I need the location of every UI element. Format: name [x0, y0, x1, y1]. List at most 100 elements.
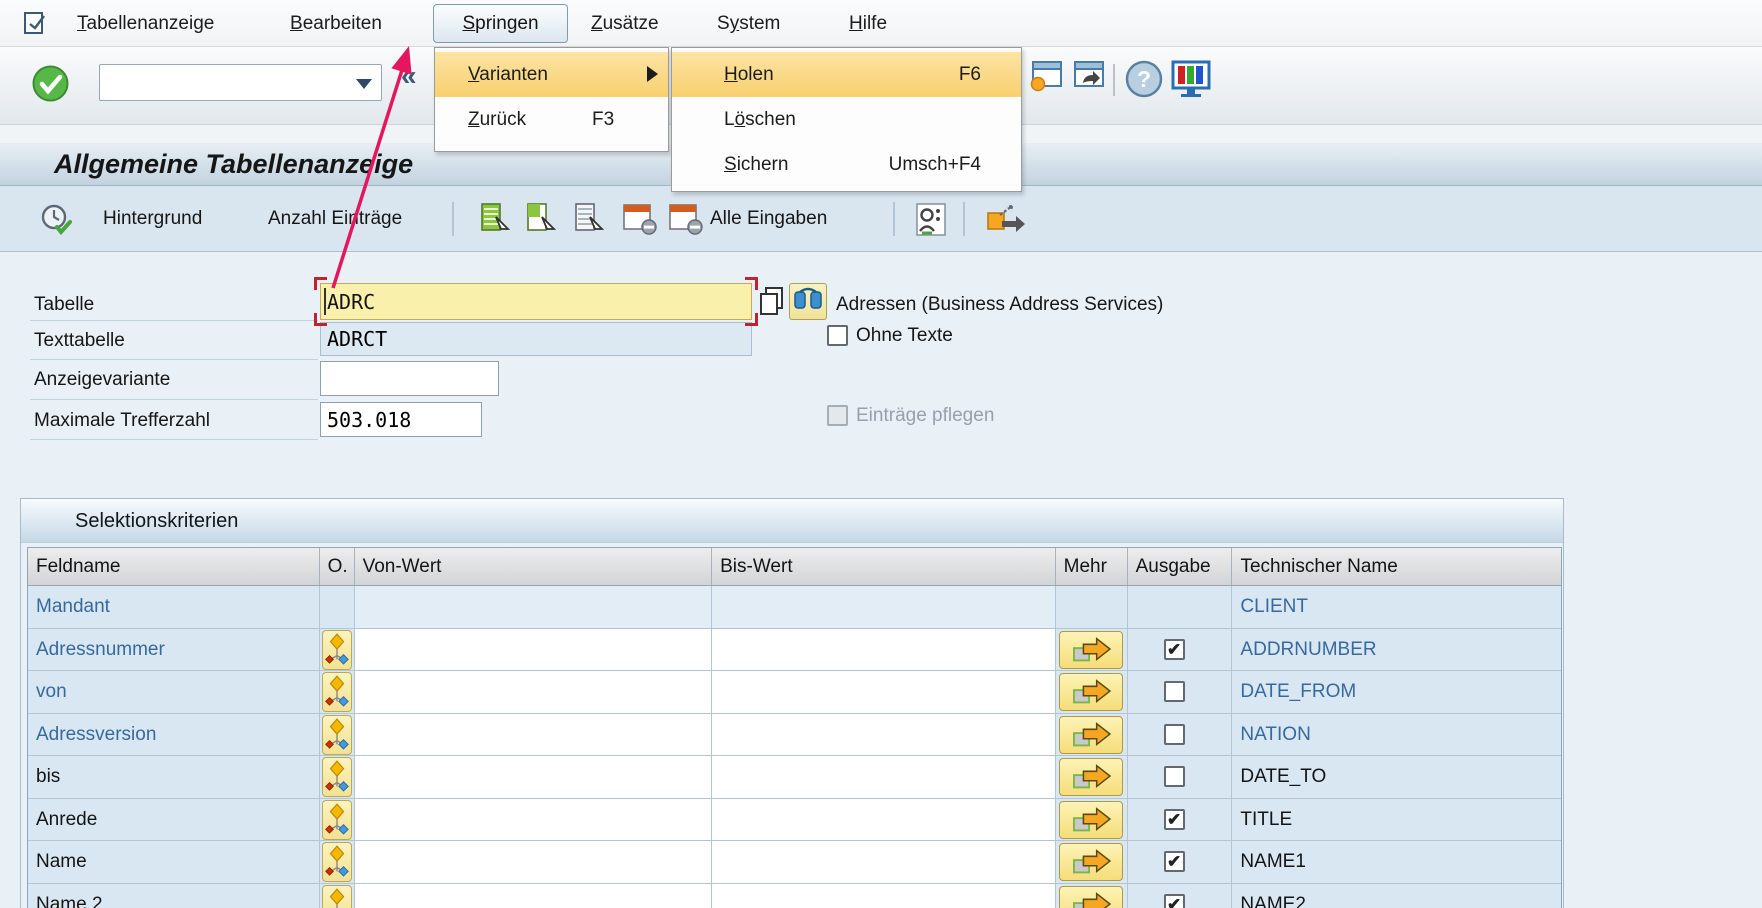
menu-item-holen[interactable]: HolenF6 — [672, 52, 1021, 97]
table-row-client: MandantCLIENT — [28, 586, 1561, 629]
field-name: Adressnummer — [28, 629, 319, 670]
document-edit-icon[interactable] — [24, 11, 50, 35]
user-parameters-icon[interactable] — [916, 203, 946, 237]
table-description: Adressen (Business Address Services) — [836, 288, 1163, 321]
delete-all-inputs-icon[interactable] — [668, 203, 704, 235]
gui-settings-icon[interactable] — [1170, 60, 1212, 98]
selection-options-icon[interactable] — [322, 800, 352, 840]
ohne-texte-label: Ohne Texte — [856, 325, 953, 347]
technical-name: ADDRNUMBER — [1232, 629, 1561, 670]
deselect-all-icon[interactable] — [574, 203, 608, 235]
more-selection-icon[interactable] — [1059, 716, 1123, 754]
table-row-date_from: vonDATE_FROM — [28, 671, 1561, 714]
von-wert-input[interactable] — [355, 630, 712, 669]
output-checkbox[interactable] — [1164, 724, 1185, 745]
more-selection-icon[interactable] — [1059, 631, 1123, 669]
anzeigevariante-label: Anzeigevariante — [34, 363, 170, 396]
new-session-icon[interactable] — [1030, 60, 1064, 92]
more-selection-icon[interactable] — [1059, 758, 1123, 796]
output-checkbox[interactable]: ✔ — [1164, 809, 1185, 830]
anzahl-eintraege-button[interactable]: Anzahl Einträge — [268, 186, 402, 252]
varianten-submenu: HolenF6LöschenSichernUmsch+F4 — [671, 47, 1022, 192]
column-header-feldname: Feldname — [28, 548, 320, 585]
von-wert-input[interactable] — [355, 715, 712, 754]
field-name: von — [28, 671, 319, 712]
bis-wert-input[interactable] — [712, 885, 1055, 908]
selection-options-icon[interactable] — [322, 885, 352, 908]
appbar-divider — [963, 202, 965, 236]
max-trefferzahl-input[interactable] — [320, 402, 482, 437]
output-checkbox[interactable]: ✔ — [1164, 639, 1185, 660]
menu-item-varianten[interactable]: Varianten — [435, 52, 668, 97]
von-wert-input[interactable] — [355, 757, 712, 796]
output-checkbox[interactable] — [1164, 681, 1185, 702]
ohne-texte-checkbox[interactable] — [827, 325, 848, 346]
selection-options-icon[interactable] — [322, 842, 352, 882]
output-checkbox[interactable]: ✔ — [1164, 894, 1185, 908]
selection-options-icon[interactable] — [322, 630, 352, 670]
menu-item-tabellenanzeige[interactable]: Tabellenanzeige — [77, 0, 214, 47]
export-icon[interactable] — [986, 203, 1026, 237]
more-selection-icon[interactable] — [1059, 801, 1123, 839]
texttabelle-input[interactable] — [320, 322, 752, 356]
bis-wert-input[interactable] — [712, 757, 1055, 796]
selection-options-icon[interactable] — [322, 757, 352, 797]
von-wert-input[interactable] — [355, 842, 712, 881]
menu-item-sichern[interactable]: SichernUmsch+F4 — [672, 142, 1021, 187]
select-all-icon[interactable] — [480, 203, 514, 235]
selection-options-icon[interactable] — [322, 672, 352, 712]
page-title: Allgemeine Tabellenanzeige — [54, 143, 413, 185]
output-checkbox[interactable] — [1164, 766, 1185, 787]
shortcut-icon[interactable] — [1072, 60, 1106, 92]
output-checkbox[interactable]: ✔ — [1164, 851, 1185, 872]
collapse-toolbar-icon[interactable]: « — [401, 60, 417, 92]
menu-item-springen[interactable]: Springen — [433, 4, 568, 43]
alle-eingaben-button[interactable]: Alle Eingaben — [710, 186, 827, 252]
enter-check-icon[interactable] — [32, 65, 69, 102]
search-help-button[interactable] — [789, 283, 827, 320]
submenu-arrow-icon — [647, 66, 658, 82]
eintraege-pflegen-checkbox[interactable] — [827, 405, 848, 426]
selection-options-icon[interactable] — [322, 715, 352, 755]
table-row-name1: Name ✔ NAME1 — [28, 841, 1561, 884]
copy-windows-icon[interactable] — [757, 285, 787, 318]
command-dropdown-icon[interactable] — [356, 79, 372, 89]
command-field[interactable] — [99, 64, 382, 101]
anzeigevariante-input[interactable] — [320, 361, 499, 396]
tabelle-label: Tabelle — [34, 288, 94, 321]
technical-name: NAME1 — [1232, 841, 1561, 882]
menu-shortcut: F3 — [592, 97, 614, 142]
menu-item-hilfe[interactable]: Hilfe — [849, 0, 887, 47]
von-wert-input[interactable] — [355, 885, 712, 908]
text-cursor — [324, 288, 326, 315]
binoculars-icon — [790, 284, 826, 319]
field-name: Name 2 — [28, 884, 319, 908]
help-icon[interactable]: ? — [1125, 60, 1163, 98]
command-input[interactable] — [104, 67, 349, 97]
column-header-ausgabe: Ausgabe — [1128, 548, 1233, 585]
bis-wert-input[interactable] — [712, 715, 1055, 754]
more-selection-icon[interactable] — [1059, 673, 1123, 711]
menu-item-zur-ck[interactable]: ZurückF3 — [435, 97, 668, 142]
delete-selection-icon[interactable] — [622, 203, 658, 235]
menu-item-bearbeiten[interactable]: Bearbeiten — [290, 0, 382, 47]
menu-item-zus-tze[interactable]: Zusätze — [591, 0, 659, 47]
table-row-name2: Name 2✔NAME2 — [28, 884, 1561, 908]
appbar-divider — [452, 202, 454, 236]
bis-wert-input[interactable] — [712, 672, 1055, 711]
more-selection-icon[interactable] — [1059, 886, 1123, 908]
menu-item-l-schen[interactable]: Löschen — [672, 97, 1021, 142]
bis-wert-input[interactable] — [712, 800, 1055, 839]
hintergrund-button[interactable]: Hintergrund — [103, 186, 202, 252]
field-name: Name — [28, 841, 319, 882]
execute-clock-icon[interactable] — [40, 203, 72, 235]
technical-name: CLIENT — [1232, 586, 1561, 627]
bis-wert-input[interactable] — [712, 842, 1055, 881]
tabelle-input[interactable] — [320, 283, 752, 320]
von-wert-input[interactable] — [355, 672, 712, 711]
select-block-icon[interactable] — [526, 203, 560, 235]
von-wert-input[interactable] — [355, 800, 712, 839]
menu-item-system[interactable]: System — [717, 0, 780, 47]
bis-wert-input[interactable] — [712, 630, 1055, 669]
more-selection-icon[interactable] — [1059, 843, 1123, 881]
